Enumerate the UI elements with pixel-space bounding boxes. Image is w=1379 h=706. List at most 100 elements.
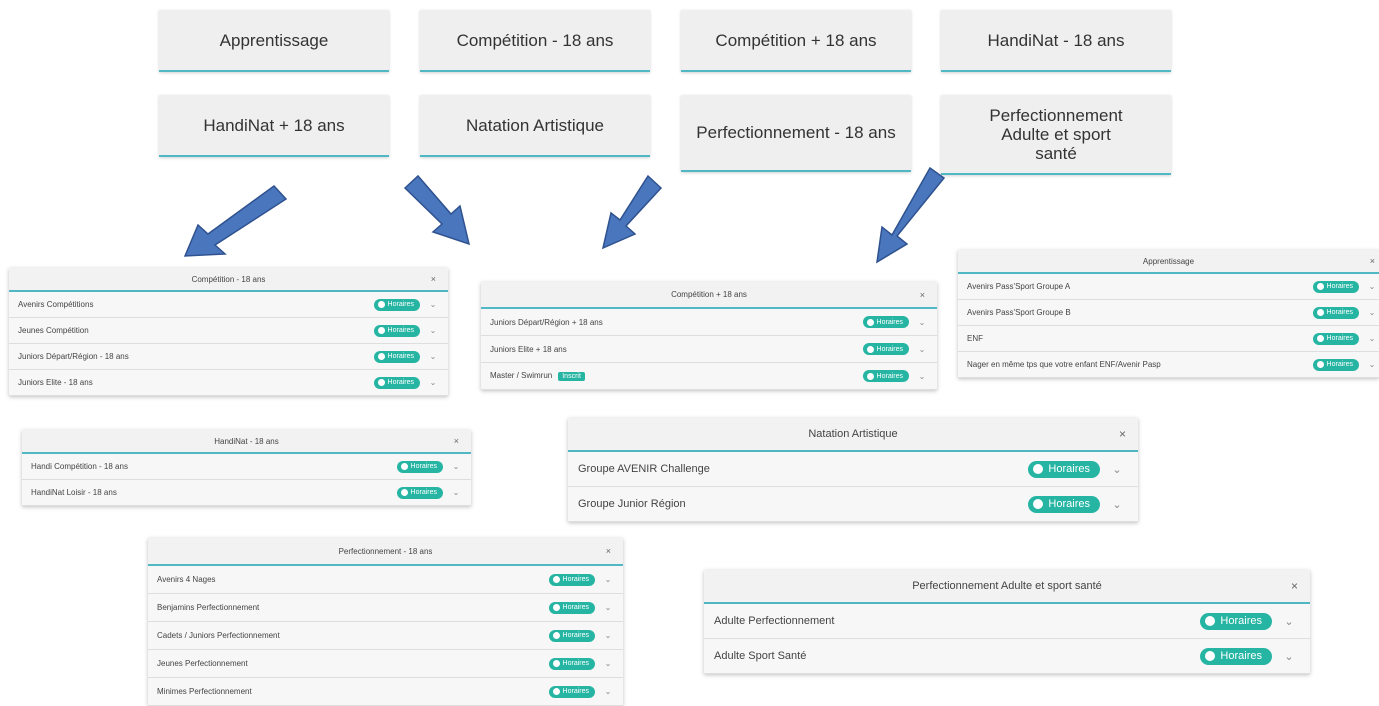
- chevron-down-icon[interactable]: ⌄: [1365, 282, 1379, 291]
- list-item[interactable]: Juniors Elite - 18 ans Horaires ⌄: [9, 370, 448, 396]
- list-item[interactable]: Adulte Perfectionnement Horaires ⌄: [704, 604, 1310, 639]
- horaires-button[interactable]: Horaires: [373, 376, 420, 389]
- list-item[interactable]: Groupe Junior Région Horaires ⌄: [568, 487, 1138, 522]
- list-item[interactable]: Juniors Départ/Région - 18 ans Horaires ⌄: [9, 344, 448, 370]
- horaires-button[interactable]: Horaires: [396, 486, 443, 499]
- list-item[interactable]: Adulte Sport Santé Horaires ⌄: [704, 639, 1310, 674]
- row-label: ENF: [967, 334, 983, 343]
- chevron-down-icon[interactable]: ⌄: [601, 659, 615, 668]
- chevron-down-icon[interactable]: ⌄: [1280, 650, 1298, 663]
- panel-header: Compétition - 18 ans ×: [9, 268, 448, 292]
- close-icon[interactable]: ×: [454, 436, 459, 446]
- horaires-button[interactable]: Horaires: [1312, 358, 1359, 371]
- chevron-down-icon[interactable]: ⌄: [426, 378, 440, 387]
- panel-header: Perfectionnement Adulte et sport santé ×: [704, 570, 1310, 604]
- chevron-down-icon[interactable]: ⌄: [1365, 334, 1379, 343]
- close-icon[interactable]: ×: [431, 274, 436, 284]
- horaires-button[interactable]: Horaires: [1028, 460, 1100, 478]
- list-item[interactable]: Jeunes Perfectionnement Horaires ⌄: [148, 650, 623, 678]
- horaires-button[interactable]: Horaires: [548, 685, 595, 698]
- list-item[interactable]: Avenirs Compétitions Horaires ⌄: [9, 292, 448, 318]
- badge-label: Horaires: [1048, 498, 1090, 510]
- badge-label: Horaires: [410, 463, 437, 470]
- close-icon[interactable]: ×: [1119, 427, 1126, 441]
- badge-label: Horaires: [562, 688, 589, 695]
- panel-header: HandiNat - 18 ans ×: [22, 430, 471, 454]
- chevron-down-icon[interactable]: ⌄: [449, 488, 463, 497]
- close-icon[interactable]: ×: [920, 290, 925, 300]
- chevron-down-icon[interactable]: ⌄: [601, 575, 615, 584]
- horaires-button[interactable]: Horaires: [1200, 612, 1272, 630]
- chevron-down-icon[interactable]: ⌄: [1365, 360, 1379, 369]
- list-item[interactable]: Juniors Départ/Région + 18 ans Horaires ⌄: [481, 309, 937, 336]
- horaires-button[interactable]: Horaires: [1200, 647, 1272, 665]
- horaires-button[interactable]: Horaires: [548, 573, 595, 586]
- badge-label: Horaires: [387, 353, 414, 360]
- horaires-button[interactable]: Horaires: [548, 629, 595, 642]
- horaires-button[interactable]: Horaires: [1312, 332, 1359, 345]
- horaires-button[interactable]: Horaires: [548, 601, 595, 614]
- list-item[interactable]: Nager en même tps que votre enfant ENF/A…: [958, 352, 1379, 378]
- horaires-button[interactable]: Horaires: [862, 343, 909, 355]
- panel-title: Natation Artistique: [808, 428, 898, 440]
- horaires-button[interactable]: Horaires: [373, 350, 420, 363]
- horaires-button[interactable]: Horaires: [1028, 495, 1100, 513]
- list-item[interactable]: Benjamins Perfectionnement Horaires ⌄: [148, 594, 623, 622]
- list-item[interactable]: Groupe AVENIR Challenge Horaires ⌄: [568, 452, 1138, 487]
- chevron-down-icon[interactable]: ⌄: [601, 603, 615, 612]
- chevron-down-icon[interactable]: ⌄: [915, 318, 929, 327]
- dot-icon: [552, 576, 560, 583]
- close-icon[interactable]: ×: [606, 546, 611, 556]
- list-item[interactable]: Master / Swimrun Inscrit Horaires ⌄: [481, 363, 937, 390]
- row-label: Avenirs Pass'Sport Groupe B: [967, 308, 1071, 317]
- list-item[interactable]: Jeunes Compétition Horaires ⌄: [9, 318, 448, 344]
- chevron-down-icon[interactable]: ⌄: [1280, 615, 1298, 628]
- row-label: Avenirs 4 Nages: [157, 575, 216, 584]
- row-label: Adulte Perfectionnement: [714, 615, 835, 627]
- list-item[interactable]: Minimes Perfectionnement Horaires ⌄: [148, 678, 623, 706]
- arrow-4: [876, 166, 946, 264]
- list-item[interactable]: HandiNat Loisir - 18 ans Horaires ⌄: [22, 480, 471, 506]
- close-icon[interactable]: ×: [1291, 579, 1298, 593]
- badge-label: Horaires: [1220, 615, 1262, 627]
- horaires-button[interactable]: Horaires: [862, 370, 909, 382]
- horaires-button[interactable]: Horaires: [396, 460, 443, 473]
- row-label: Master / Swimrun Inscrit: [490, 371, 863, 381]
- chevron-down-icon[interactable]: ⌄: [1108, 498, 1126, 511]
- chevron-down-icon[interactable]: ⌄: [426, 326, 440, 335]
- row-label: HandiNat Loisir - 18 ans: [31, 488, 117, 497]
- panel-header: Perfectionnement - 18 ans ×: [148, 538, 623, 566]
- list-item[interactable]: Cadets / Juniors Perfectionnement Horaire…: [148, 622, 623, 650]
- dot-icon: [1316, 283, 1324, 290]
- list-item[interactable]: Juniors Elite + 18 ans Horaires ⌄: [481, 336, 937, 363]
- panel-competition-minus-18: Compétition - 18 ans × Avenirs Compétiti…: [9, 268, 448, 396]
- panel-title: Compétition + 18 ans: [671, 290, 747, 299]
- list-item[interactable]: Avenirs Pass'Sport Groupe A Horaires ⌄: [958, 274, 1379, 300]
- horaires-button[interactable]: Horaires: [373, 324, 420, 337]
- horaires-button[interactable]: Horaires: [1312, 306, 1359, 319]
- chevron-down-icon[interactable]: ⌄: [1108, 463, 1126, 476]
- chevron-down-icon[interactable]: ⌄: [915, 372, 929, 381]
- dot-icon: [552, 632, 560, 639]
- horaires-button[interactable]: Horaires: [373, 298, 420, 311]
- panel-title: Perfectionnement Adulte et sport santé: [912, 580, 1102, 592]
- chevron-down-icon[interactable]: ⌄: [915, 345, 929, 354]
- close-icon[interactable]: ×: [1370, 256, 1375, 266]
- panel-title: Perfectionnement - 18 ans: [338, 546, 433, 556]
- list-item[interactable]: Avenirs Pass'Sport Groupe B Horaires ⌄: [958, 300, 1379, 326]
- horaires-button[interactable]: Horaires: [548, 657, 595, 670]
- horaires-button[interactable]: Horaires: [1312, 280, 1359, 293]
- chevron-down-icon[interactable]: ⌄: [601, 631, 615, 640]
- row-label: Juniors Départ/Région + 18 ans: [490, 317, 603, 327]
- chevron-down-icon[interactable]: ⌄: [1365, 308, 1379, 317]
- row-label: Cadets / Juniors Perfectionnement: [157, 631, 280, 640]
- list-item[interactable]: Avenirs 4 Nages Horaires ⌄: [148, 566, 623, 594]
- chevron-down-icon[interactable]: ⌄: [426, 352, 440, 361]
- row-label: Avenirs Pass'Sport Groupe A: [967, 282, 1071, 291]
- chevron-down-icon[interactable]: ⌄: [426, 300, 440, 309]
- chevron-down-icon[interactable]: ⌄: [449, 462, 463, 471]
- list-item[interactable]: ENF Horaires ⌄: [958, 326, 1379, 352]
- inscrit-badge: Inscrit: [558, 372, 585, 381]
- horaires-button[interactable]: Horaires: [862, 316, 909, 328]
- list-item[interactable]: Handi Compétition - 18 ans Horaires ⌄: [22, 454, 471, 480]
